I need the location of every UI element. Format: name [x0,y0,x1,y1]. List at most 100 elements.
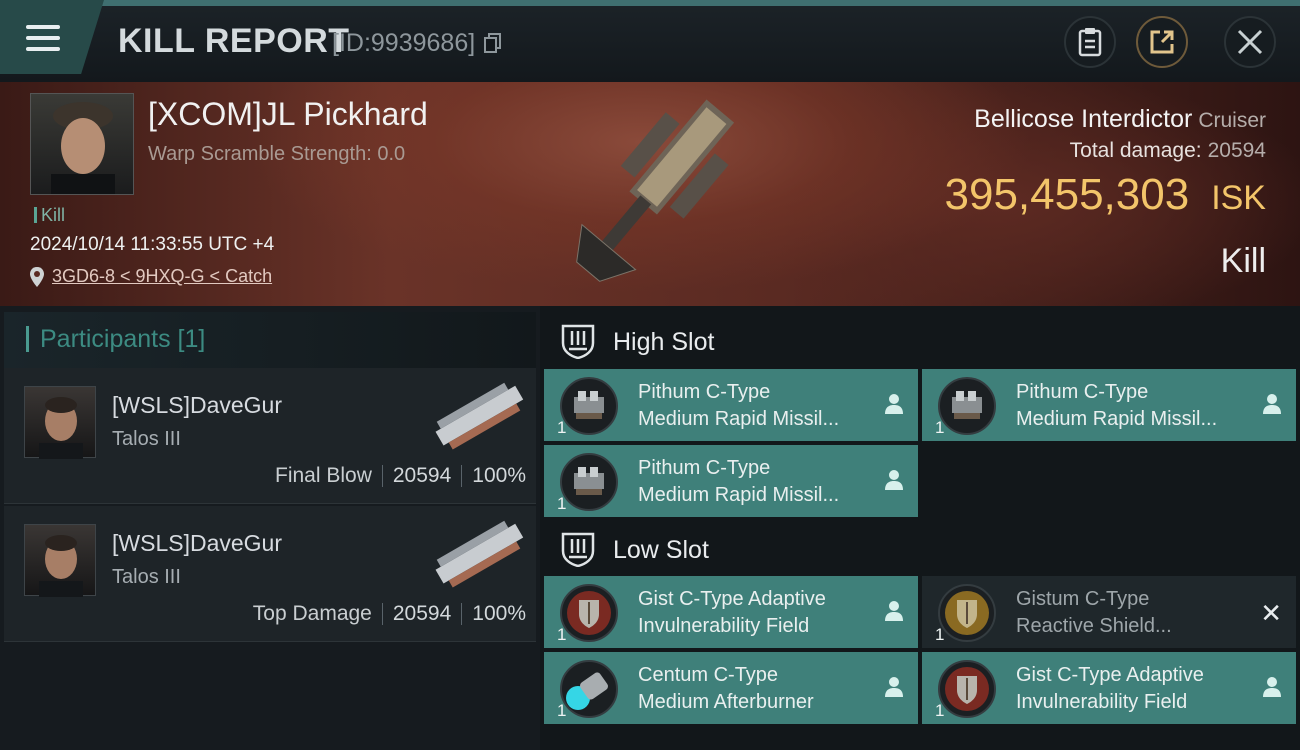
copy-icon[interactable] [484,33,502,53]
pilot-icon [885,394,903,414]
warp-scramble-strength: Warp Scramble Strength: 0.0 [148,143,406,165]
missile-launcher-icon [560,453,618,511]
kill-tag: Kill [34,205,65,226]
victim-avatar[interactable] [30,93,134,195]
module-quantity: 1 [557,701,567,720]
kill-tag-marker [34,207,37,223]
participant-stats: Final Blow 20594 100% [275,464,526,488]
module-name-line2: Medium Rapid Missil... [1016,408,1218,430]
afterburner-icon [560,660,618,718]
pilot-icon [1263,394,1281,414]
isk-unit: ISK [1211,179,1266,217]
participant-avatar[interactable] [24,524,96,597]
module-name-line2: Medium Rapid Missil... [638,484,840,506]
close-icon [1237,29,1263,55]
clipboard-button[interactable] [1064,16,1116,68]
module-quantity: 1 [557,625,567,644]
low-slot-title: Low Slot [613,536,709,564]
total-damage-label: Total damage: [1069,139,1202,162]
module-name-line2: Invulnerability Field [1016,691,1188,713]
high-slot-icon [561,324,595,359]
module-name-line1: Pithum C-Type [638,457,771,479]
participant-blow-label: Top Damage [252,602,372,625]
kill-id[interactable]: [ID:9939686] [332,29,502,58]
pilot-icon [1263,677,1281,697]
top-accent-line [0,0,1300,6]
ship-name[interactable]: Bellicose Interdictor Cruiser [974,105,1266,134]
total-damage-value: 20594 [1207,139,1266,162]
high-slot-header: High Slot [544,308,1296,370]
destroyed-x-icon: ✕ [1260,598,1282,628]
hamburger-icon [26,25,60,29]
module-item[interactable]: 1 Pithum C-Type Medium Rapid Missil... [922,369,1296,441]
participant-row[interactable]: [WSLS]DaveGur Talos III Final Blow 20594… [4,368,536,504]
module-item[interactable]: 1 Gist C-Type Adaptive Invulnerability F… [922,652,1296,724]
participant-avatar[interactable] [24,386,96,459]
participant-ship-image [435,520,524,588]
victim-name[interactable]: [XCOM]JL Pickhard [148,96,428,133]
location[interactable]: 3GD6-8 < 9HXQ-G < Catch [30,266,272,287]
low-slot-icon [561,532,595,567]
hamburger-icon-bar [26,36,60,40]
participants-header-marker [26,326,29,352]
module-name-line1: Pithum C-Type [1016,381,1149,403]
module-item[interactable]: 1 Gist C-Type Adaptive Invulnerability F… [544,576,918,648]
clipboard-icon [1078,28,1102,57]
kill-id-text: [ID:9939686] [332,29,476,57]
victim-portrait [51,102,115,194]
participant-percent: 100% [472,464,526,487]
module-name-line2: Medium Afterburner [638,691,814,713]
high-slot-title: High Slot [613,328,715,356]
share-button[interactable] [1136,16,1188,68]
close-button[interactable] [1224,16,1276,68]
divider [461,465,463,487]
participant-damage: 20594 [392,464,452,487]
module-name-line1: Gist C-Type Adaptive [1016,664,1204,686]
module-name-line2: Medium Rapid Missil... [638,408,840,430]
participant-portrait [39,397,83,459]
participant-name[interactable]: [WSLS]DaveGur [112,392,282,419]
location-pin-icon [30,266,44,287]
module-name-line2: Invulnerability Field [638,615,810,637]
hamburger-icon-bar [26,47,60,51]
isk-amount: 395,455,303 [944,170,1190,219]
ship-image[interactable] [540,84,770,300]
divider [381,603,383,625]
result-label: Kill [1220,242,1266,280]
shield-module-icon [938,584,996,642]
shield-module-icon [938,660,996,718]
participant-percent: 100% [472,602,526,625]
participant-stats: Top Damage 20594 100% [253,602,526,626]
pilot-icon [885,470,903,490]
module-name-line1: Gistum C-Type [1016,588,1150,610]
module-name-line1: Centum C-Type [638,664,779,686]
module-quantity: 1 [557,418,567,437]
participant-ship: Talos III [112,428,181,450]
shield-module-icon [560,584,618,642]
participant-blow-label: Final Blow [275,464,372,487]
ship-name-text: Bellicose Interdictor [974,105,1193,133]
location-link[interactable]: 3GD6-8 < 9HXQ-G < Catch [52,266,272,287]
participant-row[interactable]: [WSLS]DaveGur Talos III Top Damage 20594… [4,506,536,642]
module-quantity: 1 [935,418,945,437]
isk-value: 395,455,303 ISK [945,170,1267,220]
divider [461,603,463,625]
page-title: KILL REPORT [118,22,350,60]
participant-ship: Talos III [112,566,181,588]
pilot-icon [885,677,903,697]
module-item[interactable]: 1 Centum C-Type Medium Afterburner [544,652,918,724]
module-item[interactable]: 1 Pithum C-Type Medium Rapid Missil... [544,445,918,517]
module-item[interactable]: 1 Pithum C-Type Medium Rapid Missil... [544,369,918,441]
ship-class: Cruiser [1198,109,1266,132]
participant-portrait [39,535,83,597]
divider [381,465,383,487]
participants-title: Participants [1] [40,325,206,353]
participant-damage: 20594 [392,602,452,625]
module-name-line1: Gist C-Type Adaptive [638,588,826,610]
module-quantity: 1 [557,494,567,513]
module-item[interactable]: 1 Gistum C-Type Reactive Shield... ✕ [922,576,1296,648]
missile-launcher-icon [560,377,618,435]
participant-name[interactable]: [WSLS]DaveGur [112,530,282,557]
total-damage: Total damage: 20594 [1070,139,1266,163]
module-name-line1: Pithum C-Type [638,381,771,403]
